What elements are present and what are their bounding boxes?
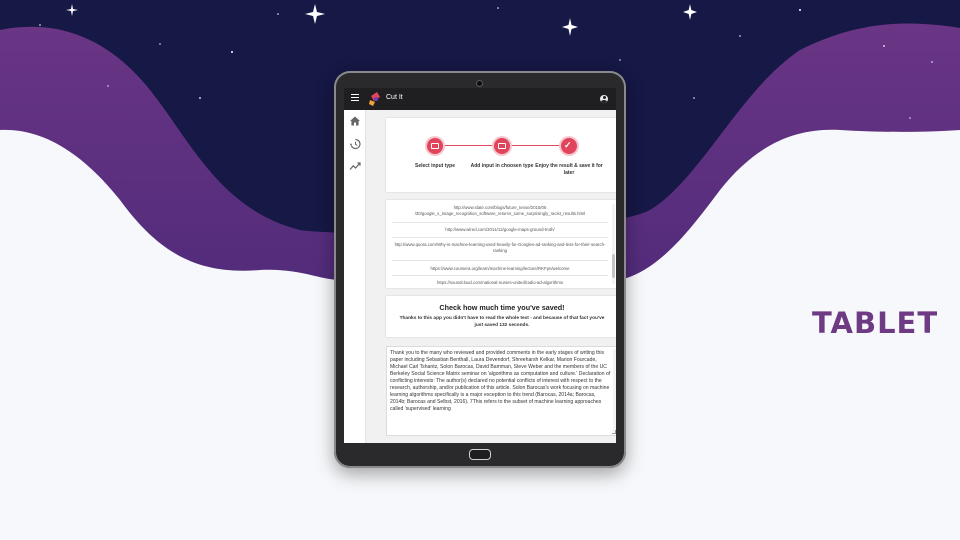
summary-textarea[interactable]: Thank you to the many who reviewed and p… [386, 346, 616, 436]
resize-handle-icon[interactable] [612, 430, 616, 434]
time-saved-card: Check how much time you've saved! Thanks… [386, 296, 616, 337]
account-circle-icon[interactable] [600, 95, 608, 103]
trending-icon[interactable] [349, 160, 361, 172]
side-navigation [344, 110, 366, 443]
check-icon: ✓ [564, 140, 572, 150]
step-label: Add input in choosen type [470, 163, 534, 169]
source-links-card: http://www.slate.com/blogs/future_tense/… [386, 200, 616, 288]
time-saved-title: Check how much time you've saved! [439, 303, 565, 312]
source-link[interactable]: http://www.quora.com/Why-is-machine-lear… [392, 239, 608, 261]
app-bar: Cut It [344, 88, 616, 110]
step-enjoy-result[interactable]: ✓ [561, 138, 577, 154]
tablet-device: Cut It ✓ Select input type Add input in … [334, 71, 626, 468]
source-link[interactable]: https://www.coursera.org/learn/machine-l… [392, 262, 608, 276]
summary-text: Thank you to the many who reviewed and p… [390, 350, 611, 412]
main-content: ✓ Select input type Add input in choosen… [366, 110, 616, 443]
tablet-screen: Cut It ✓ Select input type Add input in … [344, 88, 616, 443]
step-label: Enjoy the result & save it for later [535, 163, 603, 176]
hamburger-menu-icon[interactable] [351, 94, 359, 104]
home-button[interactable] [469, 449, 491, 460]
app-title: Cut It [386, 94, 403, 101]
links-scrollbar-thumb[interactable] [612, 254, 615, 278]
front-camera [476, 80, 483, 87]
step-label: Select input type [414, 163, 455, 169]
app-logo [369, 92, 380, 106]
history-icon[interactable] [349, 138, 361, 150]
time-saved-text: Thanks to this app you didn't have to re… [399, 316, 605, 328]
step-add-input[interactable] [494, 138, 510, 154]
slide-label-tablet: TABLET [812, 306, 939, 340]
steps-card: ✓ Select input type Add input in choosen… [386, 118, 616, 192]
input-icon [431, 143, 439, 149]
input-icon [498, 143, 506, 149]
home-icon[interactable] [349, 115, 361, 127]
source-link[interactable]: https://soundcloud.com/national-nurses-u… [392, 277, 608, 288]
source-link[interactable]: http://www.wired.com/2014/12/google-maps… [392, 224, 608, 238]
textarea-scrollbar[interactable] [613, 349, 616, 433]
step-select-input[interactable] [427, 138, 443, 154]
source-link[interactable]: http://www.slate.com/blogs/future_tense/… [392, 204, 608, 223]
